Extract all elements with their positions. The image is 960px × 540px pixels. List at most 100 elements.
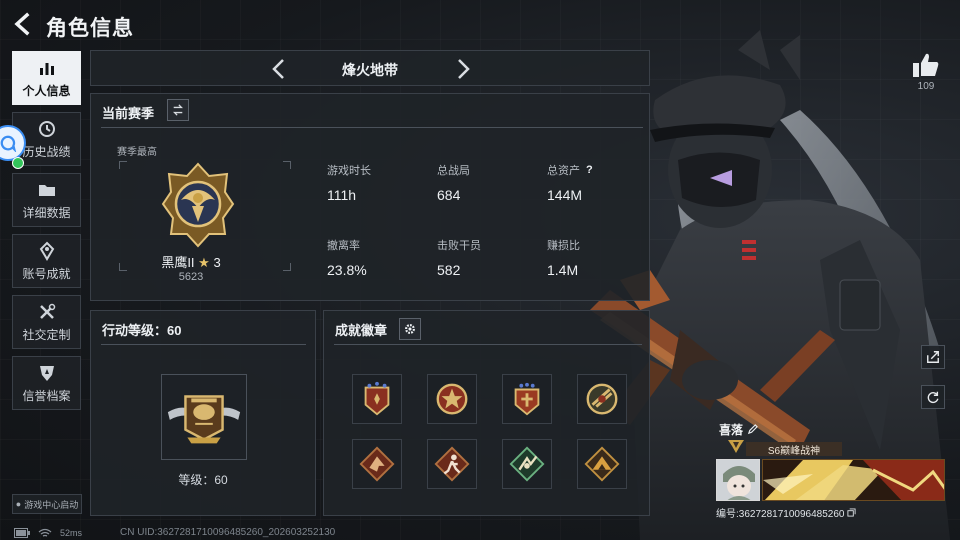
name-card-art <box>763 460 944 500</box>
badge-icon <box>584 446 620 482</box>
stat-label: 撤离率 <box>327 240 360 252</box>
thumbs-up-icon[interactable] <box>912 52 940 78</box>
stat-extract-rate: 撤离率 23.8% <box>327 237 427 278</box>
mode-name: 烽火地带 <box>342 62 398 78</box>
divider <box>101 344 306 345</box>
sidebar-item-personal-info[interactable]: 个人信息 <box>12 51 81 105</box>
stat-play-time: 游戏时长 111h <box>327 162 427 203</box>
name-card-banner <box>762 459 945 501</box>
badge-slot[interactable] <box>427 439 477 489</box>
back-arrow-icon[interactable] <box>12 12 36 36</box>
level-text: 等级：60 <box>178 473 228 487</box>
share-button[interactable] <box>921 345 945 369</box>
stat-operators-killed: 击败干员 582 <box>437 237 537 278</box>
badge-icon <box>586 383 618 415</box>
title-badge-icon <box>728 440 744 453</box>
person-icon: ● <box>15 499 22 509</box>
stat-total-assets: 总资产 ? 144M <box>547 162 647 203</box>
title-banner: S6巅峰战神 <box>746 442 842 457</box>
clock-icon <box>37 119 57 139</box>
sidebar-item-label: 历史战绩 <box>22 144 71 159</box>
stat-value: 23.8% <box>327 262 367 278</box>
wifi-status-icon <box>12 157 24 169</box>
badge-slot[interactable] <box>502 439 552 489</box>
stat-value: 582 <box>437 262 461 278</box>
badge-icon <box>436 383 468 415</box>
sidebar-item-label: 账号成就 <box>22 266 71 281</box>
swap-season-button[interactable] <box>167 99 189 121</box>
stat-total-matches: 总战局 684 <box>437 162 537 203</box>
level-emblem-icon <box>167 395 241 444</box>
edit-icon[interactable] <box>747 424 758 435</box>
stat-label: 游戏时长 <box>327 165 371 177</box>
player-uid-row: 编号:3627281710096485260 <box>716 505 857 520</box>
stat-label: 赚损比 <box>547 240 580 252</box>
swap-icon <box>173 104 183 116</box>
avatar-image <box>717 460 759 500</box>
player-name: 喜落 <box>719 423 744 437</box>
sidebar: 个人信息 历史战绩 详细数据 账号成就 社交定制 信誉档案 <box>12 51 82 417</box>
game-center-label: 游戏中心启动 <box>24 499 79 510</box>
sidebar-item-credit[interactable]: 信誉档案 <box>12 356 81 410</box>
stat-label: 总资产 <box>547 165 580 177</box>
stat-value: 684 <box>437 187 461 203</box>
badge-slot[interactable] <box>352 374 402 424</box>
refresh-icon <box>927 391 939 404</box>
badge-slot[interactable] <box>352 439 402 489</box>
sidebar-item-label: 信誉档案 <box>22 388 71 403</box>
wifi-icon <box>38 528 52 537</box>
page-title: 角色信息 <box>46 17 134 40</box>
badge-icon <box>514 382 540 416</box>
share-icon <box>927 351 939 363</box>
like-count: 109 <box>917 81 935 92</box>
stat-label-row: 总资产 ? <box>547 162 647 178</box>
bottom-uid: CN UID:3627281710096485260_202603252130 <box>120 527 336 538</box>
mode-selector: 烽火地带 <box>90 50 650 86</box>
sidebar-item-label: 社交定制 <box>22 327 71 342</box>
achievement-badges-panel: 成就徽章 <box>323 310 650 516</box>
player-uid: 编号:3627281710096485260 <box>716 509 845 520</box>
badge-slot[interactable] <box>577 374 627 424</box>
badge-icon <box>359 446 395 482</box>
chat-icon <box>0 135 17 152</box>
tools-icon <box>37 302 57 322</box>
season-panel: 当前赛季 赛季最高 黑鹰II ★ 3 5623 游戏时长 111h 总战局 68… <box>90 93 650 301</box>
sidebar-item-label: 个人信息 <box>22 83 71 98</box>
stat-value: 1.4M <box>547 262 579 278</box>
season-title: 当前赛季 <box>102 106 155 121</box>
rank-name-row: 黑鹰II ★ 3 <box>91 252 291 271</box>
badge-settings-button[interactable] <box>399 318 421 340</box>
level-emblem-frame <box>161 374 247 460</box>
player-name-row: 喜落 <box>719 421 758 438</box>
refresh-button[interactable] <box>921 385 945 409</box>
stat-profit-loss: 赚损比 1.4M <box>547 237 647 278</box>
badge-slot[interactable] <box>577 439 627 489</box>
star-icon: ★ <box>198 255 210 270</box>
stat-label: 总战局 <box>437 165 470 177</box>
badge-icon <box>434 446 470 482</box>
sidebar-item-detailed-data[interactable]: 详细数据 <box>12 173 81 227</box>
copy-icon[interactable] <box>847 508 857 517</box>
season-best-label: 赛季最高 <box>117 147 157 158</box>
action-level-panel: 行动等级：60 等级：60 <box>90 310 316 516</box>
rank-medal-icon <box>161 162 235 248</box>
sidebar-item-label: 详细数据 <box>22 205 71 220</box>
bar-chart-icon <box>37 58 57 78</box>
divider <box>101 127 643 128</box>
gear-icon <box>405 324 415 334</box>
badges-title: 成就徽章 <box>335 323 388 338</box>
help-icon[interactable]: ? <box>586 164 593 176</box>
badge-slot[interactable] <box>502 374 552 424</box>
badge-slot[interactable] <box>427 374 477 424</box>
divider <box>334 344 642 345</box>
rank-score: 5623 <box>178 271 204 283</box>
avatar[interactable] <box>716 459 760 501</box>
status-bar: 52ms <box>14 526 82 540</box>
sidebar-item-achievements[interactable]: 账号成就 <box>12 234 81 288</box>
game-center-button[interactable]: ● 游戏中心启动 <box>12 494 82 514</box>
chevron-right-icon[interactable] <box>453 58 473 80</box>
battery-icon <box>14 528 30 538</box>
rank-stars: 3 <box>213 255 221 270</box>
ping-value: 52ms <box>60 528 83 538</box>
sidebar-item-social[interactable]: 社交定制 <box>12 295 81 349</box>
